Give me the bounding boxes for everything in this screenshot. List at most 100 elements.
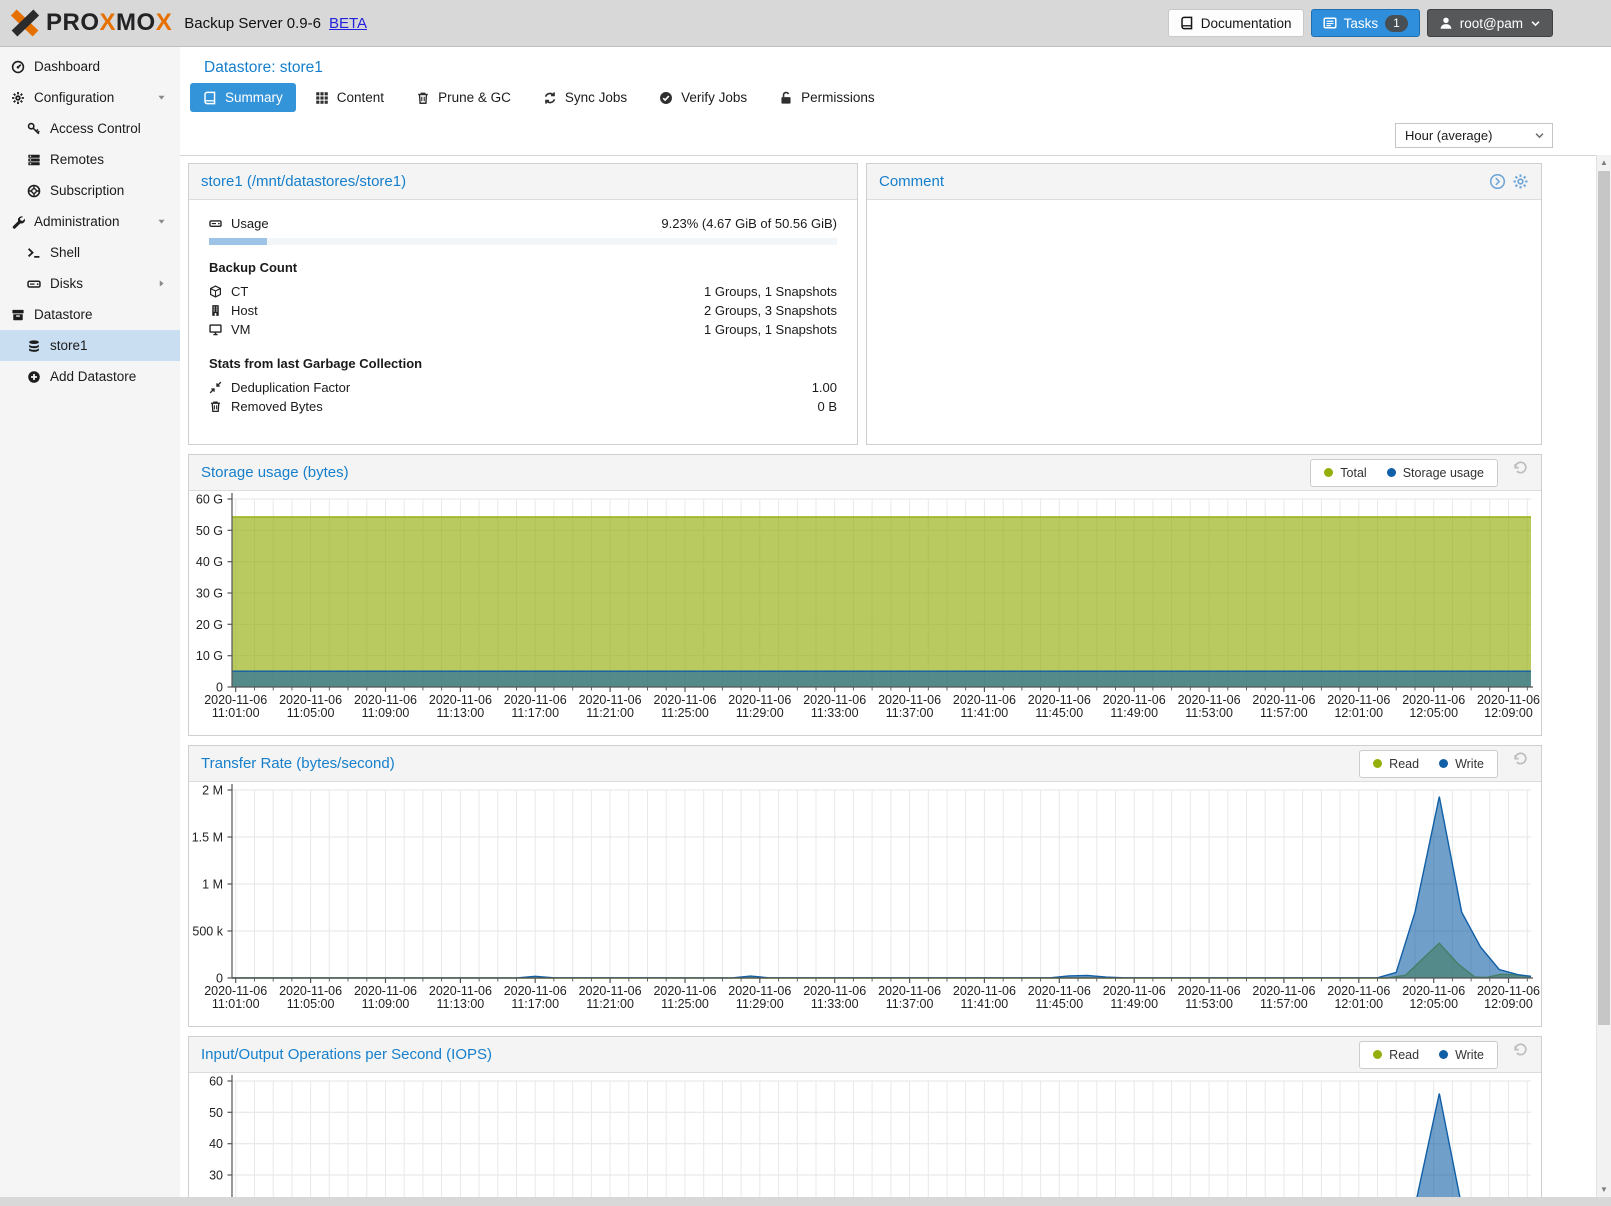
svg-text:60 G: 60 G [196,493,223,507]
page-title: Datastore: store1 [204,59,323,77]
proxmox-wordmark: PROXMOX [46,9,172,37]
chevron-down-icon [1530,18,1541,29]
svg-text:50 G: 50 G [196,524,223,538]
beta-link[interactable]: BETA [329,15,367,32]
tab-summary[interactable]: Summary [190,83,296,112]
transfer-rate-title: Transfer Rate (bytes/second) [201,755,395,772]
tab-sync-jobs[interactable]: Sync Jobs [530,83,640,112]
database-icon [27,339,41,353]
sidebar-item-remotes[interactable]: Remotes [0,144,180,175]
remotes-icon [27,153,41,167]
sidebar-item-label: Administration [34,214,120,229]
undo-zoom-icon[interactable] [1512,459,1529,476]
sidebar-item-label: Datastore [34,307,93,322]
sidebar-item-label: Shell [50,245,80,260]
svg-text:11:05:00: 11:05:00 [287,997,335,1011]
svg-text:11:29:00: 11:29:00 [736,706,784,720]
legend-item-total[interactable]: Total [1314,466,1376,480]
tab-permissions[interactable]: Permissions [766,83,888,112]
svg-text:11:41:00: 11:41:00 [961,706,1009,720]
svg-text:2020-11-06: 2020-11-06 [1327,693,1390,707]
sidebar-item-dashboard[interactable]: Dashboard [0,51,180,82]
svg-text:2020-11-06: 2020-11-06 [1178,984,1241,998]
vm-count-row: VM 1 Groups, 1 Snapshots [209,320,837,339]
expand-comment-icon[interactable] [1489,173,1506,190]
caret-down-icon[interactable] [156,92,167,103]
sidebar-item-datastore[interactable]: Datastore [0,299,180,330]
gears-icon [11,91,25,105]
tab-content[interactable]: Content [302,83,397,112]
svg-text:2020-11-06: 2020-11-06 [1477,984,1540,998]
lifering-icon [27,184,41,198]
sidebar-item-subscription[interactable]: Subscription [0,175,180,206]
vertical-scrollbar[interactable]: ▲ ▼ [1596,155,1611,1197]
svg-text:11:49:00: 11:49:00 [1110,997,1158,1011]
svg-text:11:25:00: 11:25:00 [661,706,709,720]
undo-zoom-icon[interactable] [1512,750,1529,767]
caret-down-icon[interactable] [156,216,167,227]
gear-icon[interactable] [1512,173,1529,190]
transfer-rate-legend: ReadWrite [1359,750,1498,778]
svg-text:2020-11-06: 2020-11-06 [1178,693,1241,707]
svg-text:12:05:00: 12:05:00 [1409,706,1458,720]
scrollbar-down-arrow[interactable]: ▼ [1597,1182,1611,1197]
caret-right-icon[interactable] [156,278,167,289]
plus-circle-icon [27,370,41,384]
ct-cube-icon [209,285,222,298]
iops-chart[interactable]: 01020304050602020-11-0611:01:002020-11-0… [189,1073,1541,1197]
legend-item-write[interactable]: Write [1429,1048,1494,1062]
svg-text:11:33:00: 11:33:00 [811,997,859,1011]
svg-text:11:53:00: 11:53:00 [1185,706,1233,720]
scrollbar-up-arrow[interactable]: ▲ [1597,155,1611,170]
svg-text:2020-11-06: 2020-11-06 [504,693,567,707]
storage-usage-chart[interactable]: 010 G20 G30 G40 G50 G60 G2020-11-0611:01… [189,491,1541,735]
sidebar-item-add-datastore[interactable]: Add Datastore [0,361,180,392]
tasks-button[interactable]: Tasks 1 [1311,9,1420,37]
undo-zoom-icon[interactable] [1512,1041,1529,1058]
sidebar-item-shell[interactable]: Shell [0,237,180,268]
usage-progress-fill [209,238,267,245]
book-icon [203,91,217,105]
transfer-rate-chart[interactable]: 0500 k1 M1.5 M2 M2020-11-0611:01:002020-… [189,782,1541,1026]
svg-text:11:53:00: 11:53:00 [1185,997,1233,1011]
tab-verify-jobs[interactable]: Verify Jobs [646,83,760,112]
svg-text:11:05:00: 11:05:00 [287,706,335,720]
sidebar-item-administration[interactable]: Administration [0,206,180,237]
sidebar-item-access-control[interactable]: Access Control [0,113,180,144]
svg-text:60: 60 [209,1075,223,1089]
legend-item-read[interactable]: Read [1363,757,1429,771]
legend-item-write[interactable]: Write [1429,757,1494,771]
summary-toolbar: Hour (average) [180,112,1611,156]
trash-icon [416,91,430,105]
legend-dot [1387,468,1396,477]
svg-text:2020-11-06: 2020-11-06 [1028,984,1091,998]
sidebar-nav: DashboardConfigurationAccess ControlRemo… [0,47,180,1197]
legend-item-read[interactable]: Read [1363,1048,1429,1062]
sidebar-item-disks[interactable]: Disks [0,268,180,299]
svg-text:2020-11-06: 2020-11-06 [1252,984,1315,998]
timerange-select[interactable]: Hour (average) [1395,123,1553,148]
user-menu-button[interactable]: root@pam [1427,9,1553,37]
svg-text:11:09:00: 11:09:00 [362,706,410,720]
legend-item-storage-usage[interactable]: Storage usage [1377,466,1494,480]
svg-text:500 k: 500 k [192,925,223,939]
vm-desktop-icon [209,323,222,336]
backup-count-heading: Backup Count [209,260,837,275]
sidebar-item-label: store1 [50,338,88,353]
product-version: Backup Server 0.9-6 [184,15,321,32]
sidebar-item-configuration[interactable]: Configuration [0,82,180,113]
svg-text:2020-11-06: 2020-11-06 [1327,984,1390,998]
top-bar: PROXMOX Backup Server 0.9-6 BETA Documen… [0,0,1611,47]
tab-prune-gc[interactable]: Prune & GC [403,83,524,112]
svg-text:11:57:00: 11:57:00 [1260,997,1308,1011]
sidebar-item-store1[interactable]: store1 [0,330,180,361]
svg-text:30 G: 30 G [196,587,223,601]
sidebar-item-label: Add Datastore [50,369,136,384]
scrollbar-thumb[interactable] [1598,171,1610,1025]
svg-text:11:45:00: 11:45:00 [1035,706,1083,720]
documentation-button[interactable]: Documentation [1168,9,1304,37]
svg-text:2020-11-06: 2020-11-06 [1103,984,1166,998]
svg-text:2020-11-06: 2020-11-06 [1477,693,1540,707]
wrench-icon [11,215,25,229]
svg-text:2020-11-06: 2020-11-06 [279,693,342,707]
